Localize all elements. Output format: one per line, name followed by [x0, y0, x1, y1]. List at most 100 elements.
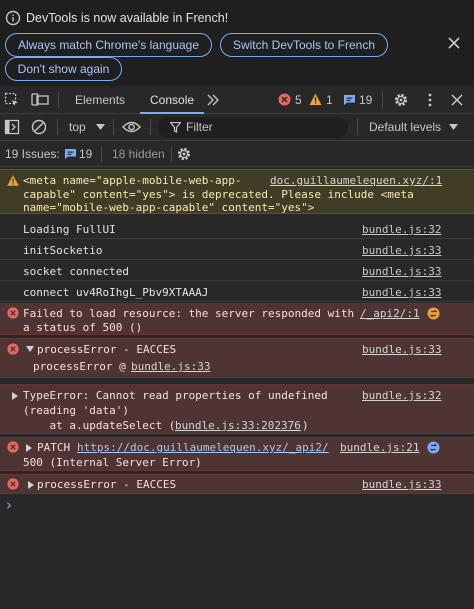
log-source-link[interactable]: bundle.js:33	[362, 265, 441, 278]
issues-label: 19 Issues:	[5, 147, 60, 161]
warning-count-icon[interactable]	[309, 93, 322, 106]
error-text-line: a status of 500 ()	[23, 321, 143, 334]
inspect-element-icon[interactable]	[4, 92, 20, 108]
filter-placeholder: Filter	[186, 120, 213, 134]
clear-console-icon[interactable]	[31, 119, 47, 135]
context-selector[interactable]: top	[69, 120, 86, 134]
language-infobar: DevTools is now available in French! Alw…	[0, 0, 474, 86]
collapsed-triangle-icon[interactable]	[12, 392, 18, 400]
error-text-line: (reading 'data')	[23, 404, 129, 417]
console-error-message: PATCH https://doc.guillaumelequen.xyz/_a…	[0, 437, 474, 471]
log-text: initSocketio	[23, 244, 103, 257]
error-source-link[interactable]: bundle.js:33	[362, 343, 441, 356]
more-options-icon[interactable]	[422, 92, 438, 108]
toolbar-divider	[113, 119, 114, 135]
close-icon[interactable]	[444, 33, 464, 53]
console-error-message: Failed to load resource: the server resp…	[0, 303, 474, 335]
issues-link-icon[interactable]	[64, 148, 77, 160]
more-tabs-chevron-icon[interactable]	[206, 93, 220, 107]
issues-count: 19	[359, 93, 373, 107]
error-source-link[interactable]: bundle.js:33	[362, 478, 441, 491]
console-error-message: processError - EACCES bundle.js:33	[0, 474, 474, 494]
warning-source-link[interactable]: doc.guillaumelequen.xyz/:1	[270, 174, 442, 187]
levels-dropdown-icon[interactable]	[449, 124, 458, 130]
console-log-message: connect uv4RoIhgL_Pbv9XTAAAJ bundle.js:3…	[0, 281, 474, 302]
warning-text-line: name="mobile-web-app-capable" content="y…	[23, 201, 315, 214]
stack-frame-text: processError @	[33, 360, 133, 373]
error-icon	[7, 307, 19, 319]
always-match-language-button[interactable]: Always match Chrome's language	[5, 33, 212, 57]
error-source-link[interactable]: bundle.js:21	[340, 441, 419, 454]
console-error-message: processError - EACCES bundle.js:33 proce…	[0, 338, 474, 378]
toolbar-divider	[57, 119, 58, 135]
device-toolbar-icon[interactable]	[31, 92, 49, 108]
stack-frame-text: at a.updateSelect (	[23, 419, 176, 432]
log-text: socket connected	[23, 265, 129, 278]
warning-text-line: <meta name="apple-mobile-web-app-	[23, 174, 242, 187]
error-icon	[7, 343, 19, 355]
warning-icon	[7, 175, 19, 186]
log-source-link[interactable]: bundle.js:32	[362, 223, 441, 236]
toolbar-divider	[382, 92, 383, 108]
dont-show-again-button[interactable]: Don't show again	[5, 57, 122, 81]
issues-count-icon[interactable]	[343, 94, 356, 106]
expanded-triangle-icon[interactable]	[26, 346, 34, 352]
stack-frame-link[interactable]: bundle.js:33	[131, 360, 210, 373]
console-error-message: TypeError: Cannot read properties of und…	[0, 384, 474, 434]
error-text-line: Failed to load resource: the server resp…	[23, 307, 355, 320]
collapsed-triangle-icon[interactable]	[26, 444, 32, 452]
request-url-link[interactable]: https://doc.guillaumelequen.xyz/_api2/	[77, 441, 329, 454]
log-levels-value: Default levels	[369, 120, 442, 134]
request-method: PATCH	[37, 441, 71, 454]
log-source-link[interactable]: bundle.js:33	[362, 286, 441, 299]
error-text-line: TypeError: Cannot read properties of und…	[23, 389, 328, 402]
settings-gear-icon[interactable]	[393, 92, 409, 108]
context-selector-value: top	[69, 120, 86, 134]
error-text-line: processError - EACCES	[37, 343, 177, 356]
error-icon	[7, 441, 19, 453]
console-warning-message: <meta name="apple-mobile-web-app- doc.gu…	[0, 169, 474, 214]
collapsed-triangle-icon[interactable]	[28, 481, 34, 489]
stack-frame-text: )	[302, 419, 309, 432]
log-text: connect uv4RoIhgL_Pbv9XTAAAJ	[23, 286, 209, 299]
error-source-link[interactable]: bundle.js:32	[362, 389, 441, 402]
console-settings-gear-icon[interactable]	[176, 146, 192, 162]
log-source-link[interactable]: bundle.js:33	[362, 244, 441, 257]
network-request-icon[interactable]	[427, 307, 440, 320]
error-text-line: 500 (Internal Server Error)	[23, 456, 202, 469]
filter-icon	[170, 122, 181, 133]
warning-count: 1	[326, 93, 333, 107]
context-dropdown-icon[interactable]	[96, 124, 105, 130]
toolbar-divider	[171, 146, 172, 162]
error-text-line: processError - EACCES	[37, 478, 177, 491]
console-log-message: socket connected bundle.js:33	[0, 260, 474, 281]
error-count-icon[interactable]	[278, 93, 291, 106]
info-icon	[5, 10, 21, 26]
close-devtools-icon[interactable]	[450, 93, 464, 107]
toolbar-divider	[58, 92, 59, 108]
tab-elements[interactable]: Elements	[75, 86, 125, 114]
console-prompt-input[interactable]: ›	[0, 496, 474, 516]
network-request-icon[interactable]	[427, 441, 440, 454]
error-source-link[interactable]: /_api2/:1	[360, 307, 420, 320]
warning-text-line: capable" content="yes"> is deprecated. P…	[23, 188, 414, 201]
console-log-message: Loading FullUI bundle.js:32	[0, 218, 474, 239]
prompt-chevron-icon: ›	[6, 496, 12, 514]
issues-link-count[interactable]: 19	[79, 147, 92, 161]
infobar-message: DevTools is now available in French!	[26, 11, 229, 25]
console-log-message: initSocketio bundle.js:33	[0, 239, 474, 260]
toolbar-divider	[357, 119, 358, 135]
live-expression-eye-icon[interactable]	[122, 120, 141, 134]
log-text: Loading FullUI	[23, 223, 116, 236]
devtools-main-toolbar: Elements Console 5 1 19	[0, 86, 474, 114]
log-levels-selector[interactable]: Default levels	[369, 120, 441, 134]
toolbar-divider	[101, 146, 102, 162]
toolbar-divider	[150, 119, 151, 135]
stack-frame-link[interactable]: bundle.js:33:202376	[175, 419, 301, 432]
issues-bar: 19 Issues: 19 18 hidden	[0, 141, 474, 167]
tab-console[interactable]: Console	[139, 86, 205, 114]
filter-input[interactable]: Filter	[158, 117, 348, 138]
sidebar-toggle-icon[interactable]	[4, 119, 20, 135]
switch-to-french-button[interactable]: Switch DevTools to French	[220, 33, 388, 57]
error-count: 5	[295, 93, 302, 107]
